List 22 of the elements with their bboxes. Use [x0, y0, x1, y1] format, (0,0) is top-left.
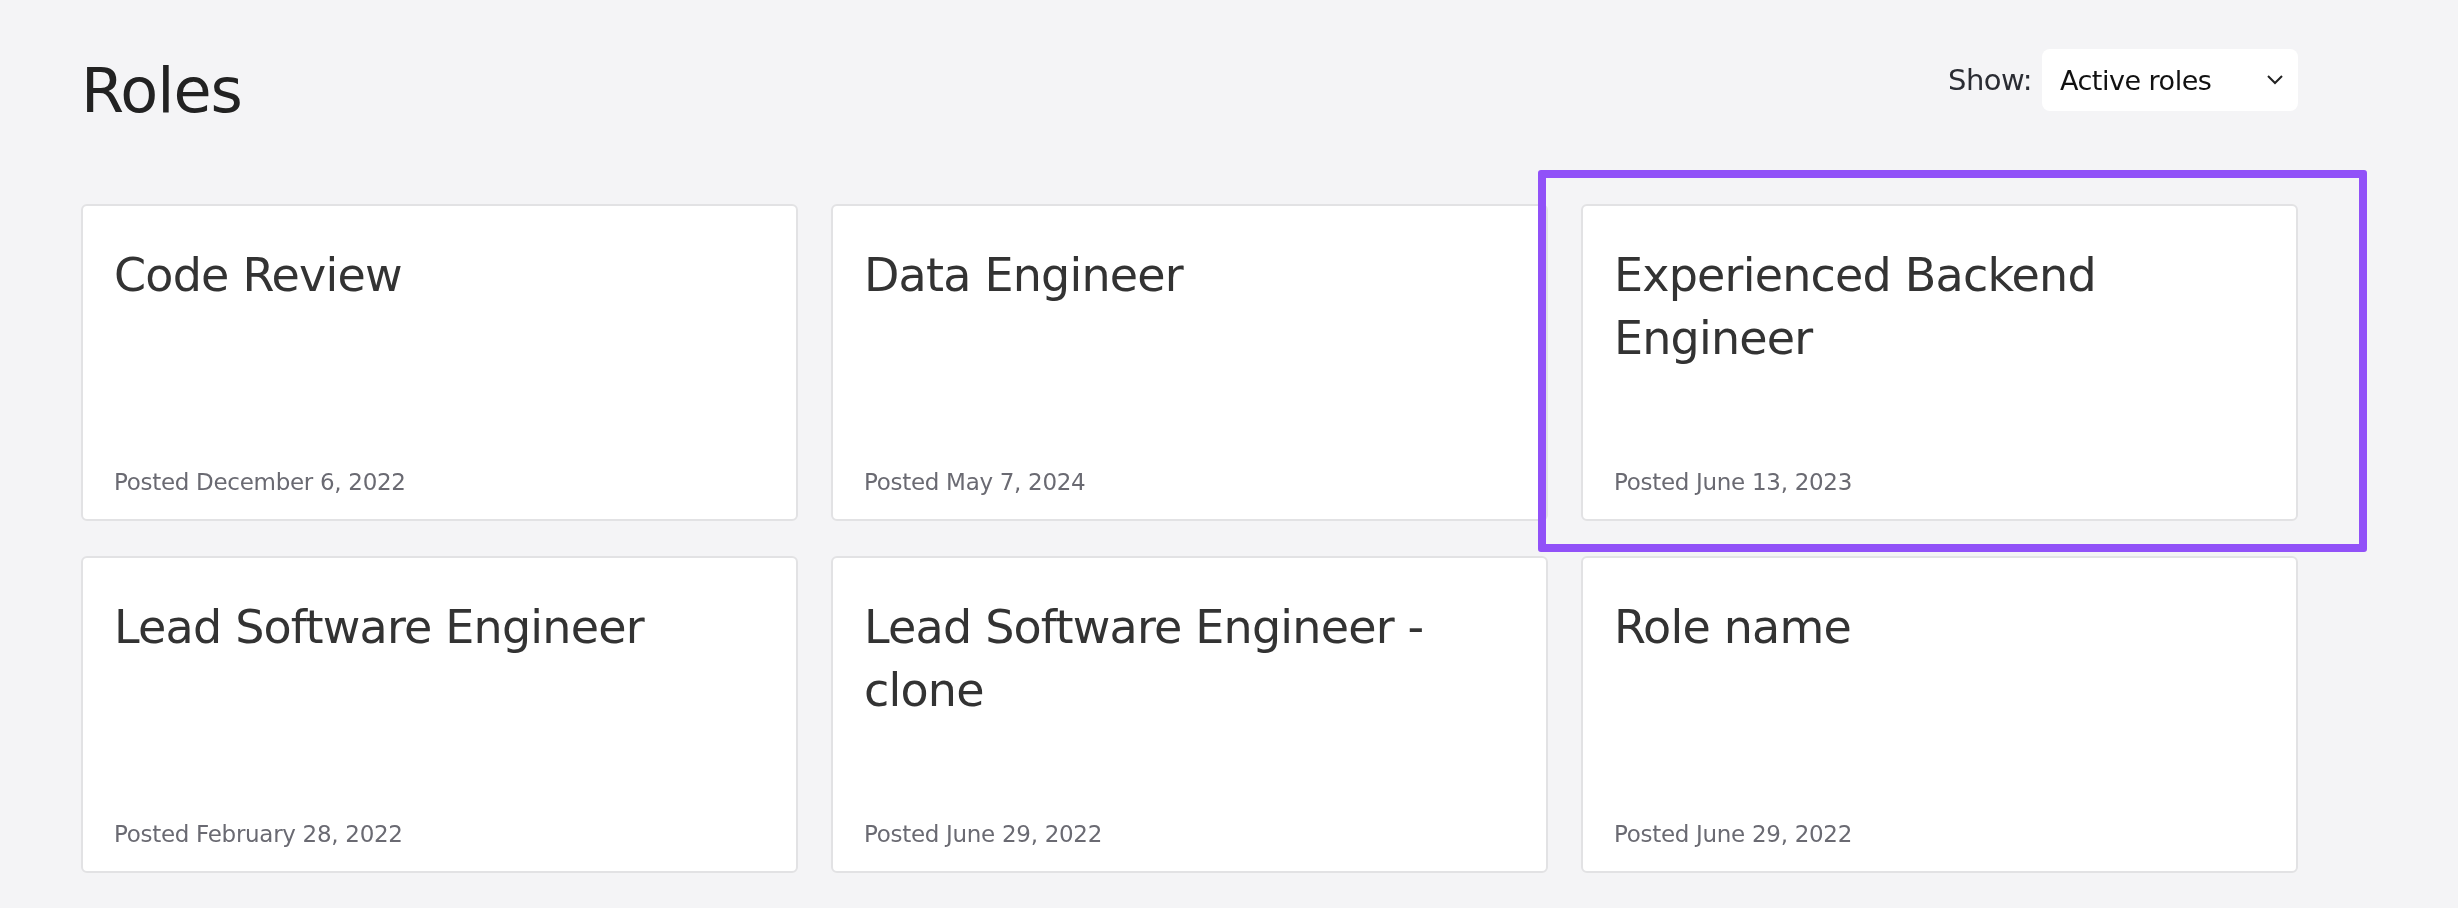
- role-name: Experienced Backend Engineer: [1614, 247, 2097, 367]
- role-name: Data Engineer: [864, 247, 1185, 304]
- posted-date: Posted June 29, 2022: [864, 821, 1103, 847]
- page-title: Roles: [81, 53, 242, 129]
- posted-date: Posted May 7, 2024: [864, 469, 1087, 495]
- role-name: Role name: [1614, 599, 1852, 656]
- posted-date: Posted June 13, 2023: [1614, 469, 1853, 495]
- posted-date: Posted December 6, 2022: [114, 469, 407, 495]
- role-card[interactable]: Experienced Backend Engineer Posted June 13, 2023: [1581, 204, 2298, 521]
- role-card[interactable]: Lead Software Engineer Posted February 28, 2022: [81, 556, 798, 873]
- role-card[interactable]: Data Engineer Posted May 7, 2024: [831, 204, 1548, 521]
- role-card[interactable]: Code Review Posted December 6, 2022: [81, 204, 798, 521]
- filter-select[interactable]: Active roles: [2042, 49, 2298, 111]
- role-card[interactable]: Lead Software Engineer - clone Posted June 29, 2022: [831, 556, 1548, 873]
- role-name: Lead Software Engineer: [114, 599, 646, 656]
- chevron-down-icon: [2266, 74, 2284, 86]
- posted-date: Posted February 28, 2022: [114, 821, 404, 847]
- role-card[interactable]: Role name Posted June 29, 2022: [1581, 556, 2298, 873]
- filter-label: Show:: [1948, 63, 2032, 97]
- role-name: Code Review: [114, 247, 403, 304]
- posted-date: Posted June 29, 2022: [1614, 821, 1853, 847]
- role-name: Lead Software Engineer - clone: [864, 599, 1425, 719]
